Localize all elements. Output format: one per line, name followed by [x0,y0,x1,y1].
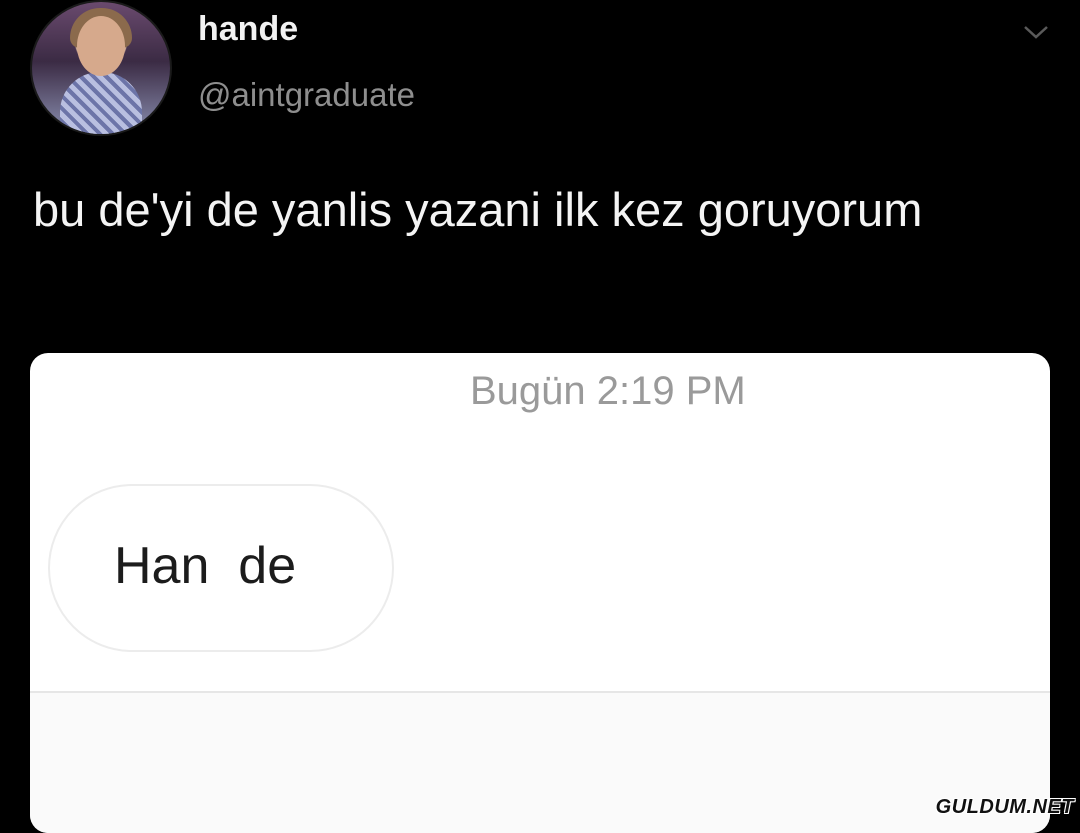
message-screenshot-card: Bugün 2:19 PM Han de [30,353,1050,833]
chevron-down-icon[interactable] [1022,22,1050,42]
user-handle[interactable]: @aintgraduate [198,76,415,114]
avatar-face [77,16,125,76]
display-name[interactable]: hande [198,10,298,49]
message-composer-area [30,693,1050,833]
message-timestamp: Bugün 2:19 PM [470,369,746,413]
message-bubble: Han de [48,484,394,652]
message-text: Han de [114,537,297,595]
watermark-logo: GULDUM.NET [935,796,1074,818]
tweet-avatar[interactable] [30,0,172,136]
tweet-text: bu de'yi de yanlis yazani ilk kez goruyo… [33,183,923,236]
avatar-body [60,72,142,134]
